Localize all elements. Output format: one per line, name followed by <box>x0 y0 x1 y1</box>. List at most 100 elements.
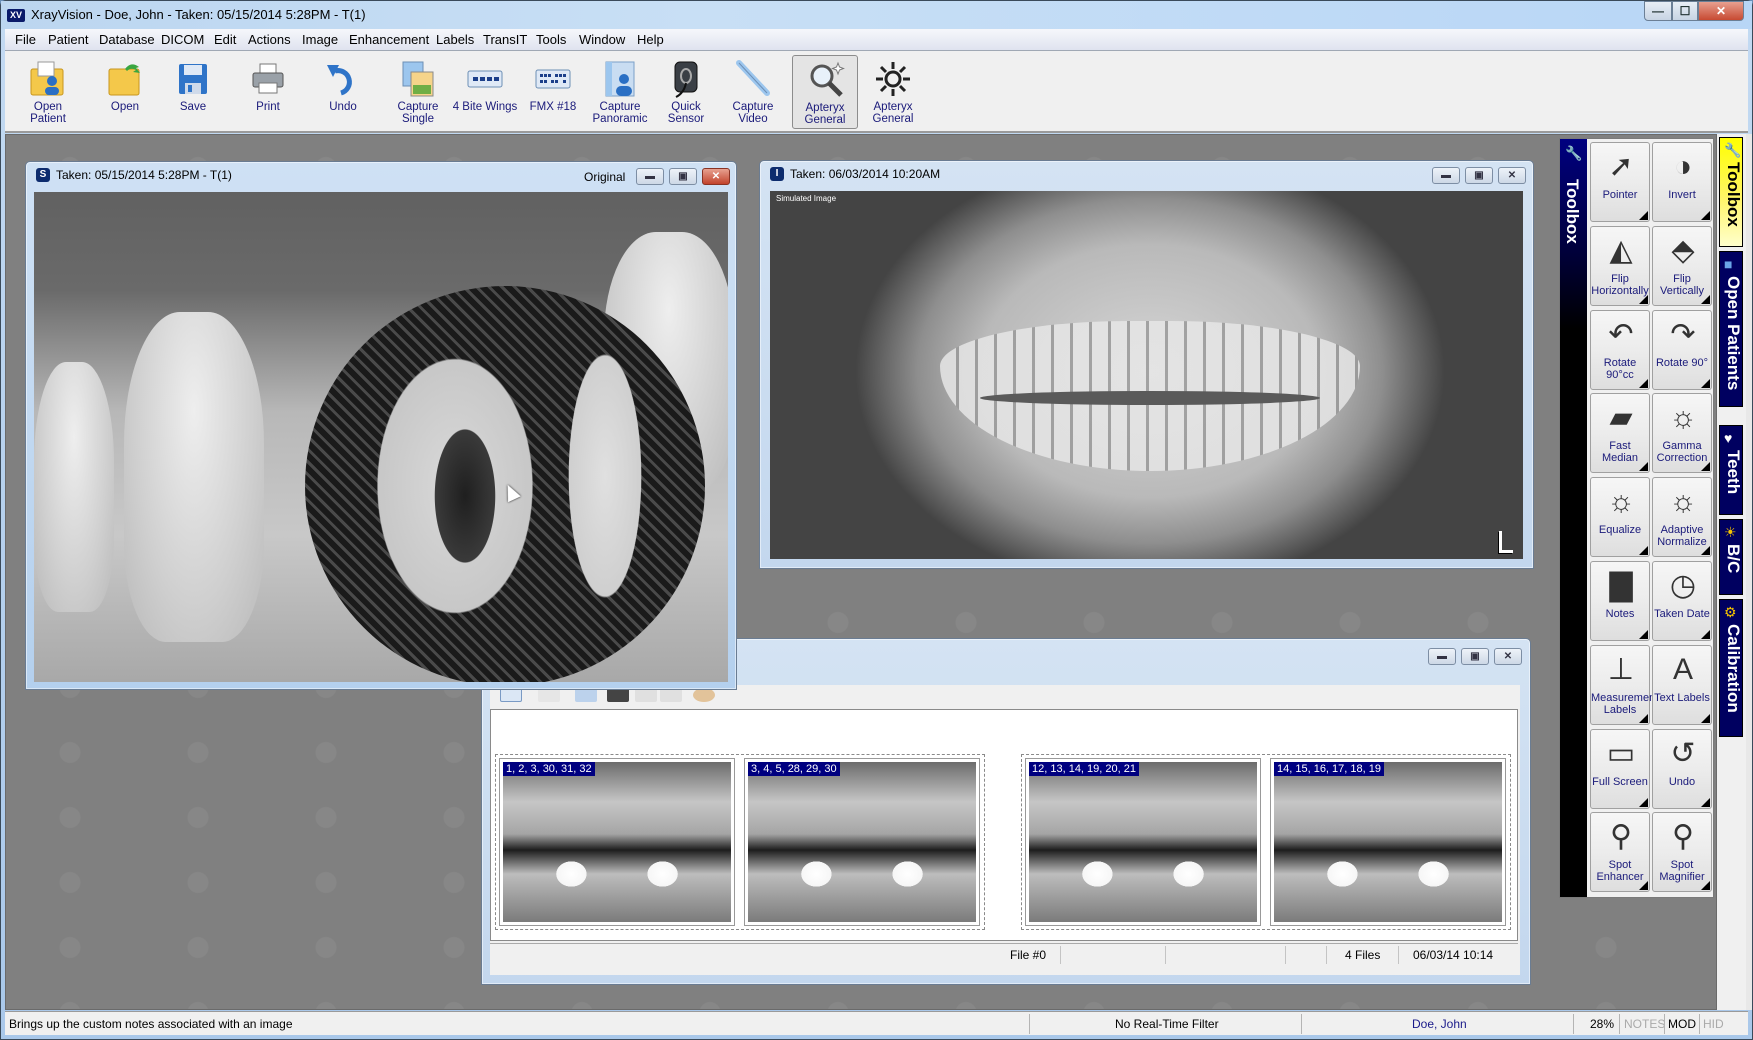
periapical-image-window[interactable]: S Taken: 05/15/2014 5:28PM - T(1) Origin… <box>25 161 737 690</box>
files-tool-icon[interactable] <box>538 688 560 702</box>
bitewing-thumbnail[interactable]: 1, 2, 3, 30, 31, 32 <box>499 758 735 926</box>
tool-fast-median[interactable]: ▰ Fast Median <box>1590 393 1650 474</box>
side-tab-open-patients[interactable]: ■ Open Patients <box>1719 251 1743 407</box>
tool-label: Equalize <box>1598 524 1642 537</box>
tool-notes[interactable]: ▇ Notes <box>1590 561 1650 641</box>
periapical-minimize-button[interactable]: ▬ <box>636 168 664 185</box>
panoramic-icon <box>605 61 635 97</box>
capture-video-button[interactable]: Capture Video <box>720 55 786 129</box>
side-tab-label: Toolbox <box>1724 162 1743 227</box>
open-button[interactable]: Open <box>92 55 158 129</box>
tool-adaptive-normalize[interactable]: ☼ Adaptive Normalize <box>1652 477 1712 558</box>
camera-icon[interactable] <box>607 688 629 702</box>
menu-labels[interactable]: Labels <box>436 32 474 47</box>
tag-icon[interactable] <box>693 688 715 702</box>
tool-taken-date[interactable]: ◷ Taken Date <box>1652 561 1712 641</box>
tool-label: Flip Horizontally <box>1591 272 1649 297</box>
tool-flip-horizontally[interactable]: ◭ Flip Horizontally <box>1590 225 1650 306</box>
tool-label: Flip Vertically <box>1659 272 1705 297</box>
tool-flip-vertically[interactable]: ⬘ Flip Vertically <box>1652 225 1712 306</box>
periapical-close-button[interactable]: ✕ <box>702 168 730 185</box>
apteryx-general-magnifier-button[interactable]: Apteryx General <box>792 55 858 129</box>
side-tab-calibration[interactable]: ⚙ Calibration <box>1719 599 1743 737</box>
select-check-icon[interactable] <box>500 688 522 702</box>
capture-single-button[interactable]: Capture Single <box>385 55 451 129</box>
close-icon: ✕ <box>1503 651 1513 662</box>
side-tab-bc[interactable]: ☀ B/C <box>1719 519 1743 595</box>
menu-dicom[interactable]: DICOM <box>161 32 204 47</box>
capture-panoramic-button[interactable]: Capture Panoramic <box>587 55 653 129</box>
menu-actions[interactable]: Actions <box>248 32 291 47</box>
menu-tools[interactable]: Tools <box>536 32 566 47</box>
bitewing-group-left: 12, 13, 14, 19, 20, 21 14, 15, 16, 17, 1… <box>1021 754 1511 930</box>
close-button[interactable]: ✕ <box>1698 1 1744 21</box>
tool-rotate-90-cc[interactable]: ↶ Rotate 90°cc <box>1590 309 1650 390</box>
files-tool-icon[interactable] <box>635 688 657 702</box>
panoramic-maximize-button[interactable]: ▣ <box>1465 167 1493 184</box>
files-minimize-button[interactable]: ▬ <box>1428 648 1456 665</box>
apteryx-general-sun-button[interactable]: Apteryx General <box>860 55 926 129</box>
menu-file[interactable]: File <box>15 32 36 47</box>
tool-text-labels[interactable]: A Text Labels <box>1652 644 1712 725</box>
files-maximize-button[interactable]: ▣ <box>1461 648 1489 665</box>
periapical-maximize-button[interactable]: ▣ <box>669 168 697 185</box>
title-bar[interactable]: XV XrayVision - Doe, John - Taken: 05/15… <box>1 1 1752 29</box>
open-patient-button[interactable]: Open Patient <box>15 55 81 129</box>
bitewing-thumbnail[interactable]: 3, 4, 5, 28, 29, 30 <box>744 758 980 926</box>
tooth-icon: ♥ <box>1724 430 1733 446</box>
side-tab-teeth[interactable]: ♥ Teeth <box>1719 425 1743 515</box>
minimize-icon: — <box>1652 4 1664 18</box>
patient-icon: ■ <box>1724 256 1733 272</box>
panoramic-close-button[interactable]: ✕ <box>1498 167 1526 184</box>
tool-spot-enhancer[interactable]: ⚲ Spot Enhancer <box>1590 812 1650 893</box>
menu-patient[interactable]: Patient <box>48 32 88 47</box>
panoramic-xray-image[interactable]: Simulated Image <box>770 191 1523 559</box>
tool-full-screen[interactable]: ▭ Full Screen <box>1590 728 1650 809</box>
tool-gamma-correction[interactable]: ☼ Gamma Correction <box>1652 393 1712 474</box>
menu-window[interactable]: Window <box>579 32 625 47</box>
wrench-icon: 🔧 <box>1565 145 1583 161</box>
4-bite-wings-button[interactable]: 4 Bite Wings <box>452 55 518 129</box>
tool-rotate-90[interactable]: ↷ Rotate 90° <box>1652 309 1712 390</box>
print-button[interactable]: Print <box>235 55 301 129</box>
files-tool-icon[interactable] <box>575 688 597 702</box>
menu-edit[interactable]: Edit <box>214 32 236 47</box>
capture-video-label: Capture Video <box>732 101 774 125</box>
menu-transit[interactable]: TransIT <box>483 32 527 47</box>
tool-undo[interactable]: ↺ Undo <box>1652 728 1712 809</box>
save-button[interactable]: Save <box>160 55 226 129</box>
open-folder-icon <box>108 64 140 96</box>
maximize-button[interactable]: ☐ <box>1672 1 1698 21</box>
simulated-image-label: Simulated Image <box>776 194 837 203</box>
bitewing-thumbnail[interactable]: 12, 13, 14, 19, 20, 21 <box>1025 758 1261 926</box>
apteryx-general-label-1: Apteryx General <box>804 102 846 126</box>
side-tab-toolbox[interactable]: 🔧 Toolbox <box>1719 137 1743 247</box>
tool-pointer[interactable]: ➚ Pointer <box>1590 142 1650 222</box>
panoramic-minimize-button[interactable]: ▬ <box>1432 167 1460 184</box>
menu-enhancement[interactable]: Enhancement <box>349 32 429 47</box>
menu-help[interactable]: Help <box>637 32 664 47</box>
side-tab-label: Calibration <box>1724 624 1743 713</box>
menu-database[interactable]: Database <box>99 32 155 47</box>
tool-label: Measurement Labels <box>1591 691 1659 716</box>
mdi-workspace: XrayVision I Taken: 06/03/2014 10:20AM ▬… <box>5 134 1717 1010</box>
tool-spot-magnifier[interactable]: ⚲ Spot Magnifier <box>1652 812 1712 893</box>
tool-invert[interactable]: ◑ Invert <box>1652 142 1712 222</box>
files-tool-icon[interactable] <box>660 688 682 702</box>
vertical-scrollbar[interactable] <box>1746 134 1752 1010</box>
quick-sensor-button[interactable]: Quick Sensor <box>653 55 719 129</box>
files-close-button[interactable]: ✕ <box>1494 648 1522 665</box>
tool-measurement-labels[interactable]: ⊥ Measurement Labels <box>1590 644 1659 725</box>
panoramic-image-window[interactable]: I Taken: 06/03/2014 10:20AM ▬ ▣ ✕ Simula… <box>759 160 1534 569</box>
bitewing-thumbnail[interactable]: 14, 15, 16, 17, 18, 19 <box>1270 758 1506 926</box>
tool-equalize[interactable]: ☼ Equalize <box>1590 477 1650 558</box>
minimize-button[interactable]: — <box>1644 1 1672 21</box>
close-icon: ✕ <box>1715 4 1727 18</box>
bitewing-files-window[interactable]: ▬ ▣ ✕ 1, 2, 3, 30, 31, 32 3, 4, 5, 28, 2… <box>481 638 1531 985</box>
periapical-xray-image[interactable] <box>34 192 728 682</box>
fmx-18-button[interactable]: FMX #18 <box>520 55 586 129</box>
sensor-badge-icon: S <box>36 168 50 182</box>
menu-image[interactable]: Image <box>302 32 338 47</box>
spot-enhancer-lens[interactable] <box>305 286 705 682</box>
undo-button[interactable]: Undo <box>310 55 376 129</box>
